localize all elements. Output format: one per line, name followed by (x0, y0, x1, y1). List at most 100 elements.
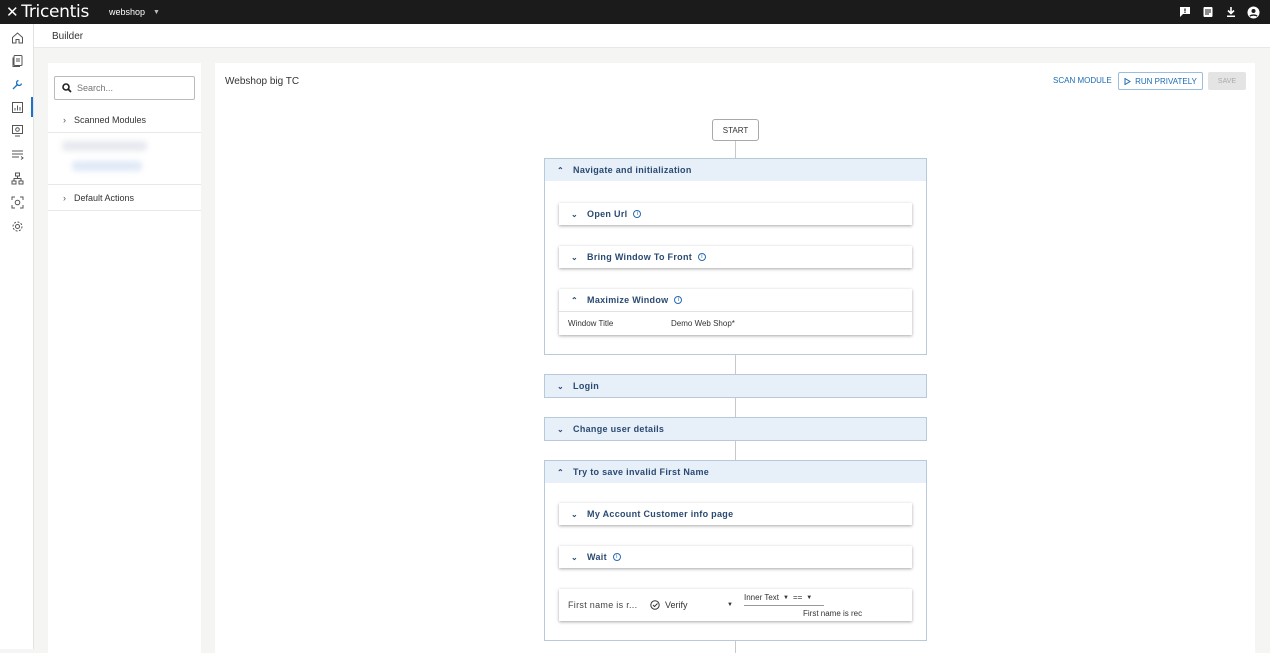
parameter-value[interactable]: Demo Web Shop* (671, 319, 735, 328)
chevron-down-icon[interactable]: ⌄ (557, 382, 564, 391)
tricentis-logo[interactable]: ✕ Tricentis (6, 2, 89, 22)
step-header[interactable]: ⌃ Maximize Window i (559, 289, 912, 311)
test-step: ⌄ Wait i (559, 546, 912, 568)
parameter-name: Window Title (568, 319, 614, 328)
search-input[interactable] (77, 83, 187, 93)
block-header[interactable]: ⌄ Login (545, 375, 926, 397)
parameter-row: Window Title Demo Web Shop* (559, 311, 912, 335)
info-icon[interactable]: i (633, 210, 642, 218)
run-privately-button[interactable]: RUN PRIVATELY (1118, 72, 1203, 90)
chevron-right-icon: › (63, 114, 66, 125)
block-title: Navigate and initialization (573, 165, 692, 175)
step-header[interactable]: ⌄ My Account Customer info page (559, 503, 912, 525)
chevron-down-icon[interactable]: ⌄ (571, 510, 578, 519)
action-mode-select[interactable]: Verify ▼ (650, 600, 733, 610)
dropdown-arrow-icon[interactable]: ▼ (806, 595, 812, 601)
feedback-icon[interactable] (1178, 6, 1191, 19)
blurred-text (72, 161, 142, 171)
blurred-text (62, 141, 147, 151)
step-title: Bring Window To Front (587, 252, 693, 262)
test-step-block: ⌃ Navigate and initialization ⌄ Open Url… (544, 158, 927, 355)
scan-module-button[interactable]: SCAN MODULE (1053, 76, 1112, 85)
chevron-down-icon[interactable]: ⌄ (571, 253, 578, 262)
operator-select[interactable]: == (793, 593, 802, 602)
test-step-block: ⌄ Login (544, 374, 927, 398)
top-bar: ✕ Tricentis webshop ▼ (0, 0, 1270, 24)
verify-value[interactable]: First name is rec (803, 609, 866, 618)
search-box[interactable] (54, 76, 195, 100)
step-header[interactable]: ⌄ Bring Window To Front i (559, 246, 912, 268)
module-panel: › Scanned Modules › Default Actions (48, 63, 201, 653)
test-step: ⌄ My Account Customer info page (559, 503, 912, 525)
test-case-title: Webshop big TC (225, 76, 300, 87)
gear-monitor-icon[interactable] (9, 122, 25, 138)
project-selector[interactable]: webshop ▼ (109, 7, 160, 17)
blurred-module-item (48, 133, 201, 185)
project-name: webshop (109, 7, 146, 17)
chevron-down-icon[interactable]: ⌄ (557, 425, 564, 434)
start-node: START (712, 119, 759, 141)
play-icon (1124, 77, 1132, 85)
left-nav (0, 24, 34, 649)
test-step-block: ⌃ Try to save invalid First Name ⌄ My Ac… (544, 460, 927, 641)
brand-name: Tricentis (21, 2, 90, 22)
chevron-up-icon[interactable]: ⌃ (571, 296, 578, 305)
test-step: ⌄ Bring Window To Front i (559, 246, 912, 268)
download-icon[interactable] (1224, 6, 1237, 19)
step-title: Wait (587, 552, 607, 562)
chevron-down-icon[interactable]: ⌄ (571, 210, 578, 219)
verify-step-name[interactable]: First name is r... (568, 600, 650, 610)
step-header[interactable]: ⌄ Open Url i (559, 203, 912, 225)
step-header[interactable]: ⌄ Wait i (559, 546, 912, 568)
test-step: ⌄ Open Url i (559, 203, 912, 225)
settings-gear-icon[interactable] (9, 218, 25, 234)
connector-line (735, 397, 736, 417)
property-select[interactable]: Inner Text (744, 593, 779, 602)
home-icon[interactable] (9, 29, 25, 45)
active-nav-indicator (31, 97, 33, 117)
connector-line (735, 354, 736, 375)
chevron-right-icon: › (63, 192, 66, 203)
verify-step: First name is r... Verify ▼ Inner Text ▼… (559, 589, 912, 621)
files-icon[interactable] (9, 52, 25, 68)
tree-item-default-actions[interactable]: › Default Actions (48, 185, 201, 211)
chevron-up-icon[interactable]: ⌃ (557, 468, 564, 477)
test-case-editor: Webshop big TC SCAN MODULE RUN PRIVATELY… (215, 63, 1255, 653)
block-title: Try to save invalid First Name (573, 467, 710, 477)
tree-item-label: Default Actions (74, 192, 135, 203)
chevron-up-icon[interactable]: ⌃ (557, 166, 564, 175)
connector-line (735, 640, 736, 653)
step-title: Maximize Window (587, 295, 669, 305)
account-icon[interactable] (1247, 6, 1260, 19)
run-privately-label: RUN PRIVATELY (1135, 76, 1197, 86)
block-header[interactable]: ⌄ Change user details (545, 418, 926, 440)
test-step: ⌃ Maximize Window i Window Title Demo We… (559, 289, 912, 335)
page-title: Builder (52, 31, 84, 42)
block-header[interactable]: ⌃ Navigate and initialization (545, 159, 926, 181)
dropdown-arrow-icon: ▼ (727, 602, 733, 608)
info-icon[interactable]: i (698, 253, 707, 261)
step-title: Open Url (587, 209, 628, 219)
reports-chart-icon[interactable] (9, 99, 25, 115)
test-step-block: ⌄ Change user details (544, 417, 927, 441)
check-circle-icon (650, 600, 660, 610)
save-button[interactable]: SAVE (1208, 72, 1246, 90)
info-icon[interactable]: i (674, 296, 683, 304)
list-icon[interactable] (9, 146, 25, 162)
chevron-down-icon[interactable]: ⌄ (571, 553, 578, 562)
document-icon[interactable] (1201, 6, 1214, 19)
block-header[interactable]: ⌃ Try to save invalid First Name (545, 461, 926, 483)
breadcrumb: Builder (34, 24, 1270, 48)
block-title: Login (573, 381, 600, 391)
search-icon (62, 83, 72, 93)
connector-line (735, 440, 736, 460)
builder-wrench-icon[interactable] (9, 76, 25, 92)
info-icon[interactable]: i (612, 553, 621, 561)
block-title: Change user details (573, 424, 665, 434)
hierarchy-icon[interactable] (9, 170, 25, 186)
verify-row: First name is r... Verify ▼ Inner Text ▼… (559, 589, 912, 621)
dropdown-arrow-icon[interactable]: ▼ (783, 595, 789, 601)
tricentis-x-icon: ✕ (6, 3, 19, 21)
scan-target-icon[interactable] (9, 194, 25, 210)
tree-item-scanned-modules[interactable]: › Scanned Modules (48, 107, 201, 133)
